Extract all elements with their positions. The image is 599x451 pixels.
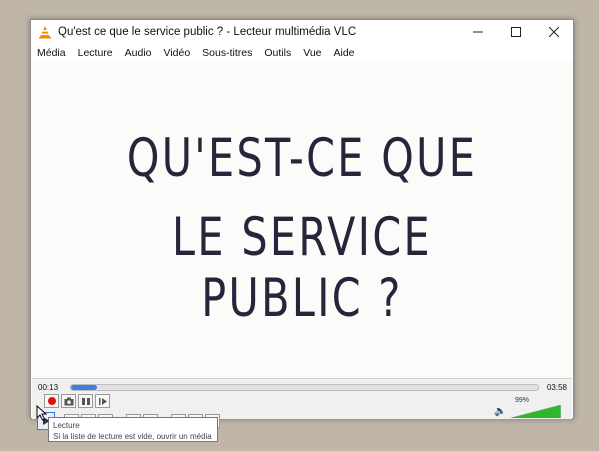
menu-vue[interactable]: Vue — [297, 47, 327, 59]
video-text-line-2: LE SERVICE PUBLIC ? — [172, 207, 432, 329]
title-bar: Qu'est ce que le service public ? - Lect… — [31, 20, 573, 44]
total-time: 03:58 — [546, 383, 567, 392]
menu-sous-titres[interactable]: Sous-titres — [196, 47, 258, 59]
minimize-button[interactable] — [459, 20, 497, 44]
menu-aide[interactable]: Aide — [328, 47, 361, 59]
menu-bar: Média Lecture Audio Vidéo Sous-titres Ou… — [31, 44, 573, 61]
elapsed-time: 00:13 — [38, 383, 59, 392]
minimize-icon — [473, 31, 483, 33]
controls-panel: 00:13 03:58 🔈 99% — [32, 378, 572, 430]
speaker-icon[interactable]: 🔈 — [494, 406, 506, 417]
menu-outils[interactable]: Outils — [258, 47, 297, 59]
menu-video[interactable]: Vidéo — [158, 47, 197, 59]
snapshot-button[interactable] — [61, 394, 76, 408]
loop-ab-icon — [81, 397, 90, 405]
close-icon — [549, 27, 559, 37]
menu-audio[interactable]: Audio — [119, 47, 158, 59]
mouse-pointer-icon — [36, 405, 48, 421]
video-area[interactable]: QU'EST-CE QUE LE SERVICE PUBLIC ? — [32, 61, 572, 378]
menu-media[interactable]: Média — [31, 47, 72, 59]
volume-percent: 99% — [515, 397, 530, 404]
video-text-line-1: QU'EST-CE QUE — [126, 128, 478, 189]
maximize-button[interactable] — [497, 20, 535, 44]
seek-bar-fill — [71, 385, 98, 390]
record-icon — [47, 397, 56, 405]
play-tooltip: Lecture Si la liste de lecture est vide,… — [48, 417, 218, 442]
menu-lecture[interactable]: Lecture — [72, 47, 119, 59]
vlc-cone-icon — [39, 26, 51, 39]
loop-ab-button[interactable] — [78, 394, 93, 408]
maximize-icon — [511, 27, 521, 37]
tooltip-text: Si la liste de lecture est vide, ouvrir … — [53, 432, 212, 441]
frame-step-button[interactable] — [95, 394, 110, 408]
frame-step-icon — [98, 397, 107, 405]
vlc-window: Qu'est ce que le service public ? - Lect… — [30, 19, 574, 430]
seek-bar[interactable] — [70, 384, 539, 391]
window-title: Qu'est ce que le service public ? - Lect… — [58, 26, 357, 38]
close-button[interactable] — [535, 20, 573, 44]
camera-icon — [64, 397, 73, 405]
volume-slider[interactable] — [511, 405, 561, 418]
tooltip-title: Lecture — [53, 421, 80, 430]
